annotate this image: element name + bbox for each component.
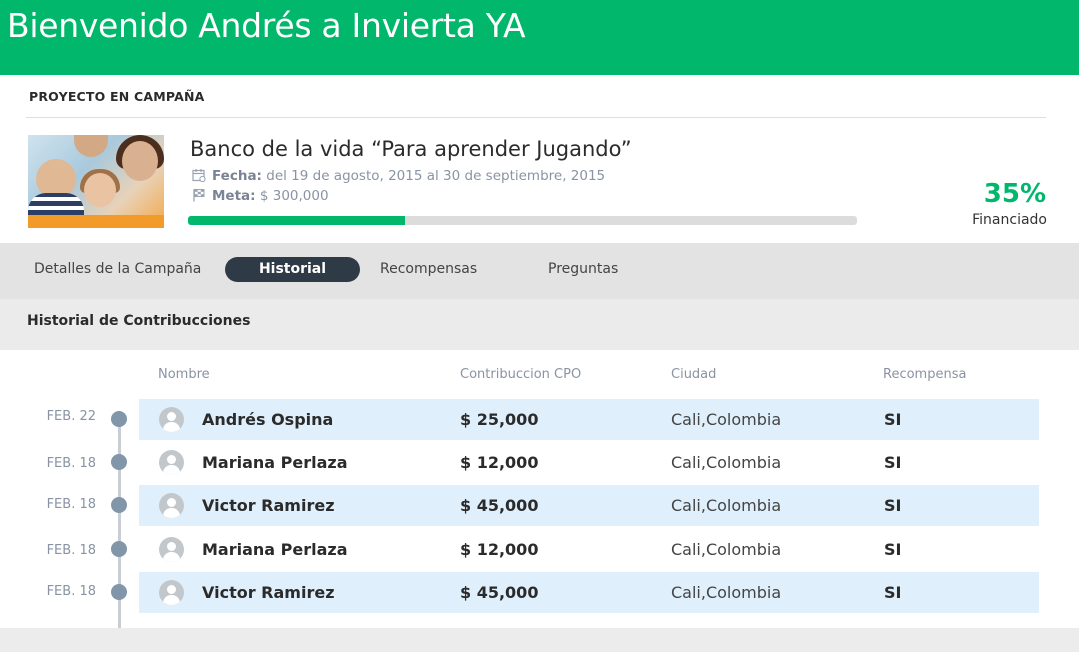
timeline-dot <box>111 584 127 600</box>
user-avatar-icon <box>159 580 184 605</box>
timeline-date: FEB. 18 <box>46 543 96 558</box>
user-avatar-icon <box>159 493 184 518</box>
column-header-ciudad[interactable]: Ciudad <box>671 367 716 382</box>
tab-historial[interactable]: Historial <box>225 257 360 282</box>
contribution-amount: $ 12,000 <box>460 540 539 559</box>
contributor-city: Cali,Colombia <box>671 583 782 602</box>
app-header: Bienvenido Andrés a Invierta YA <box>0 0 1079 75</box>
user-avatar-icon <box>159 407 184 432</box>
reward-status: SI <box>884 496 902 515</box>
contributor-name: Victor Ramirez <box>202 496 335 515</box>
funded-label: Financiado <box>972 212 1047 228</box>
calendar-icon <box>192 169 206 182</box>
table-row[interactable]: Mariana Perlaza $ 12,000 Cali,Colombia S… <box>139 529 1039 570</box>
flag-icon <box>193 189 205 202</box>
campaign-tabs: Detalles de la Campaña Historial Recompe… <box>0 243 1079 299</box>
contributor-city: Cali,Colombia <box>671 453 782 472</box>
tab-recompensas[interactable]: Recompensas <box>380 257 477 282</box>
timeline-dot <box>111 411 127 427</box>
reward-status: SI <box>884 453 902 472</box>
fecha-value: del 19 de agosto, 2015 al 30 de septiemb… <box>266 168 606 184</box>
reward-status: SI <box>884 410 902 429</box>
user-avatar-icon <box>159 450 184 475</box>
contribution-amount: $ 45,000 <box>460 496 539 515</box>
contributor-name: Victor Ramirez <box>202 583 335 602</box>
welcome-title: Bienvenido Andrés a Invierta YA <box>7 6 526 45</box>
footer-band <box>0 628 1079 652</box>
contribution-amount: $ 12,000 <box>460 453 539 472</box>
tab-detalles[interactable]: Detalles de la Campaña <box>34 257 201 282</box>
divider <box>26 117 1046 118</box>
table-row[interactable]: Victor Ramirez $ 45,000 Cali,Colombia SI <box>139 572 1039 613</box>
meta-value: $ 300,000 <box>259 188 329 204</box>
timeline-date: FEB. 18 <box>46 497 96 512</box>
column-header-recompensa[interactable]: Recompensa <box>883 367 966 382</box>
reward-status: SI <box>884 583 902 602</box>
campaign-thumbnail[interactable] <box>28 135 164 228</box>
funding-progress-fill <box>188 216 406 225</box>
contributor-city: Cali,Colombia <box>671 540 782 559</box>
funding-progress-bar <box>188 216 857 225</box>
contributor-city: Cali,Colombia <box>671 496 782 515</box>
campaign-title[interactable]: Banco de la vida “Para aprender Jugando” <box>190 137 632 161</box>
contributor-name: Mariana Perlaza <box>202 453 348 472</box>
contributions-table: Nombre Contribuccion CPO Ciudad Recompen… <box>0 350 1079 628</box>
history-header: Historial de Contribucciones <box>0 299 1079 350</box>
timeline-date: FEB. 22 <box>46 409 96 424</box>
funded-percent: 35% <box>983 179 1046 209</box>
contribution-amount: $ 25,000 <box>460 410 539 429</box>
campaign-date: Fecha: del 19 de agosto, 2015 al 30 de s… <box>192 168 605 184</box>
table-row[interactable]: Mariana Perlaza $ 12,000 Cali,Colombia S… <box>139 442 1039 483</box>
contributor-name: Andrés Ospina <box>202 410 334 429</box>
timeline-dot <box>111 454 127 470</box>
campaign-card: PROYECTO EN CAMPAÑA Banco de la vida “Pa… <box>0 75 1079 243</box>
reward-status: SI <box>884 540 902 559</box>
column-header-nombre[interactable]: Nombre <box>158 367 210 382</box>
contributor-name: Mariana Perlaza <box>202 540 348 559</box>
fecha-label: Fecha: <box>212 168 262 184</box>
user-avatar-icon <box>159 537 184 562</box>
meta-label: Meta: <box>212 188 256 204</box>
timeline-date: FEB. 18 <box>46 584 96 599</box>
contributor-city: Cali,Colombia <box>671 410 782 429</box>
timeline-dot <box>111 497 127 513</box>
history-title: Historial de Contribucciones <box>27 313 251 329</box>
section-label: PROYECTO EN CAMPAÑA <box>29 89 205 104</box>
campaign-goal: Meta: $ 300,000 <box>192 188 329 204</box>
contribution-amount: $ 45,000 <box>460 583 539 602</box>
table-row[interactable]: Andrés Ospina $ 25,000 Cali,Colombia SI <box>139 399 1039 440</box>
timeline-dot <box>111 541 127 557</box>
column-header-contribucion[interactable]: Contribuccion CPO <box>460 367 581 382</box>
tab-preguntas[interactable]: Preguntas <box>548 257 618 282</box>
timeline-date: FEB. 18 <box>46 456 96 471</box>
table-row[interactable]: Victor Ramirez $ 45,000 Cali,Colombia SI <box>139 485 1039 526</box>
